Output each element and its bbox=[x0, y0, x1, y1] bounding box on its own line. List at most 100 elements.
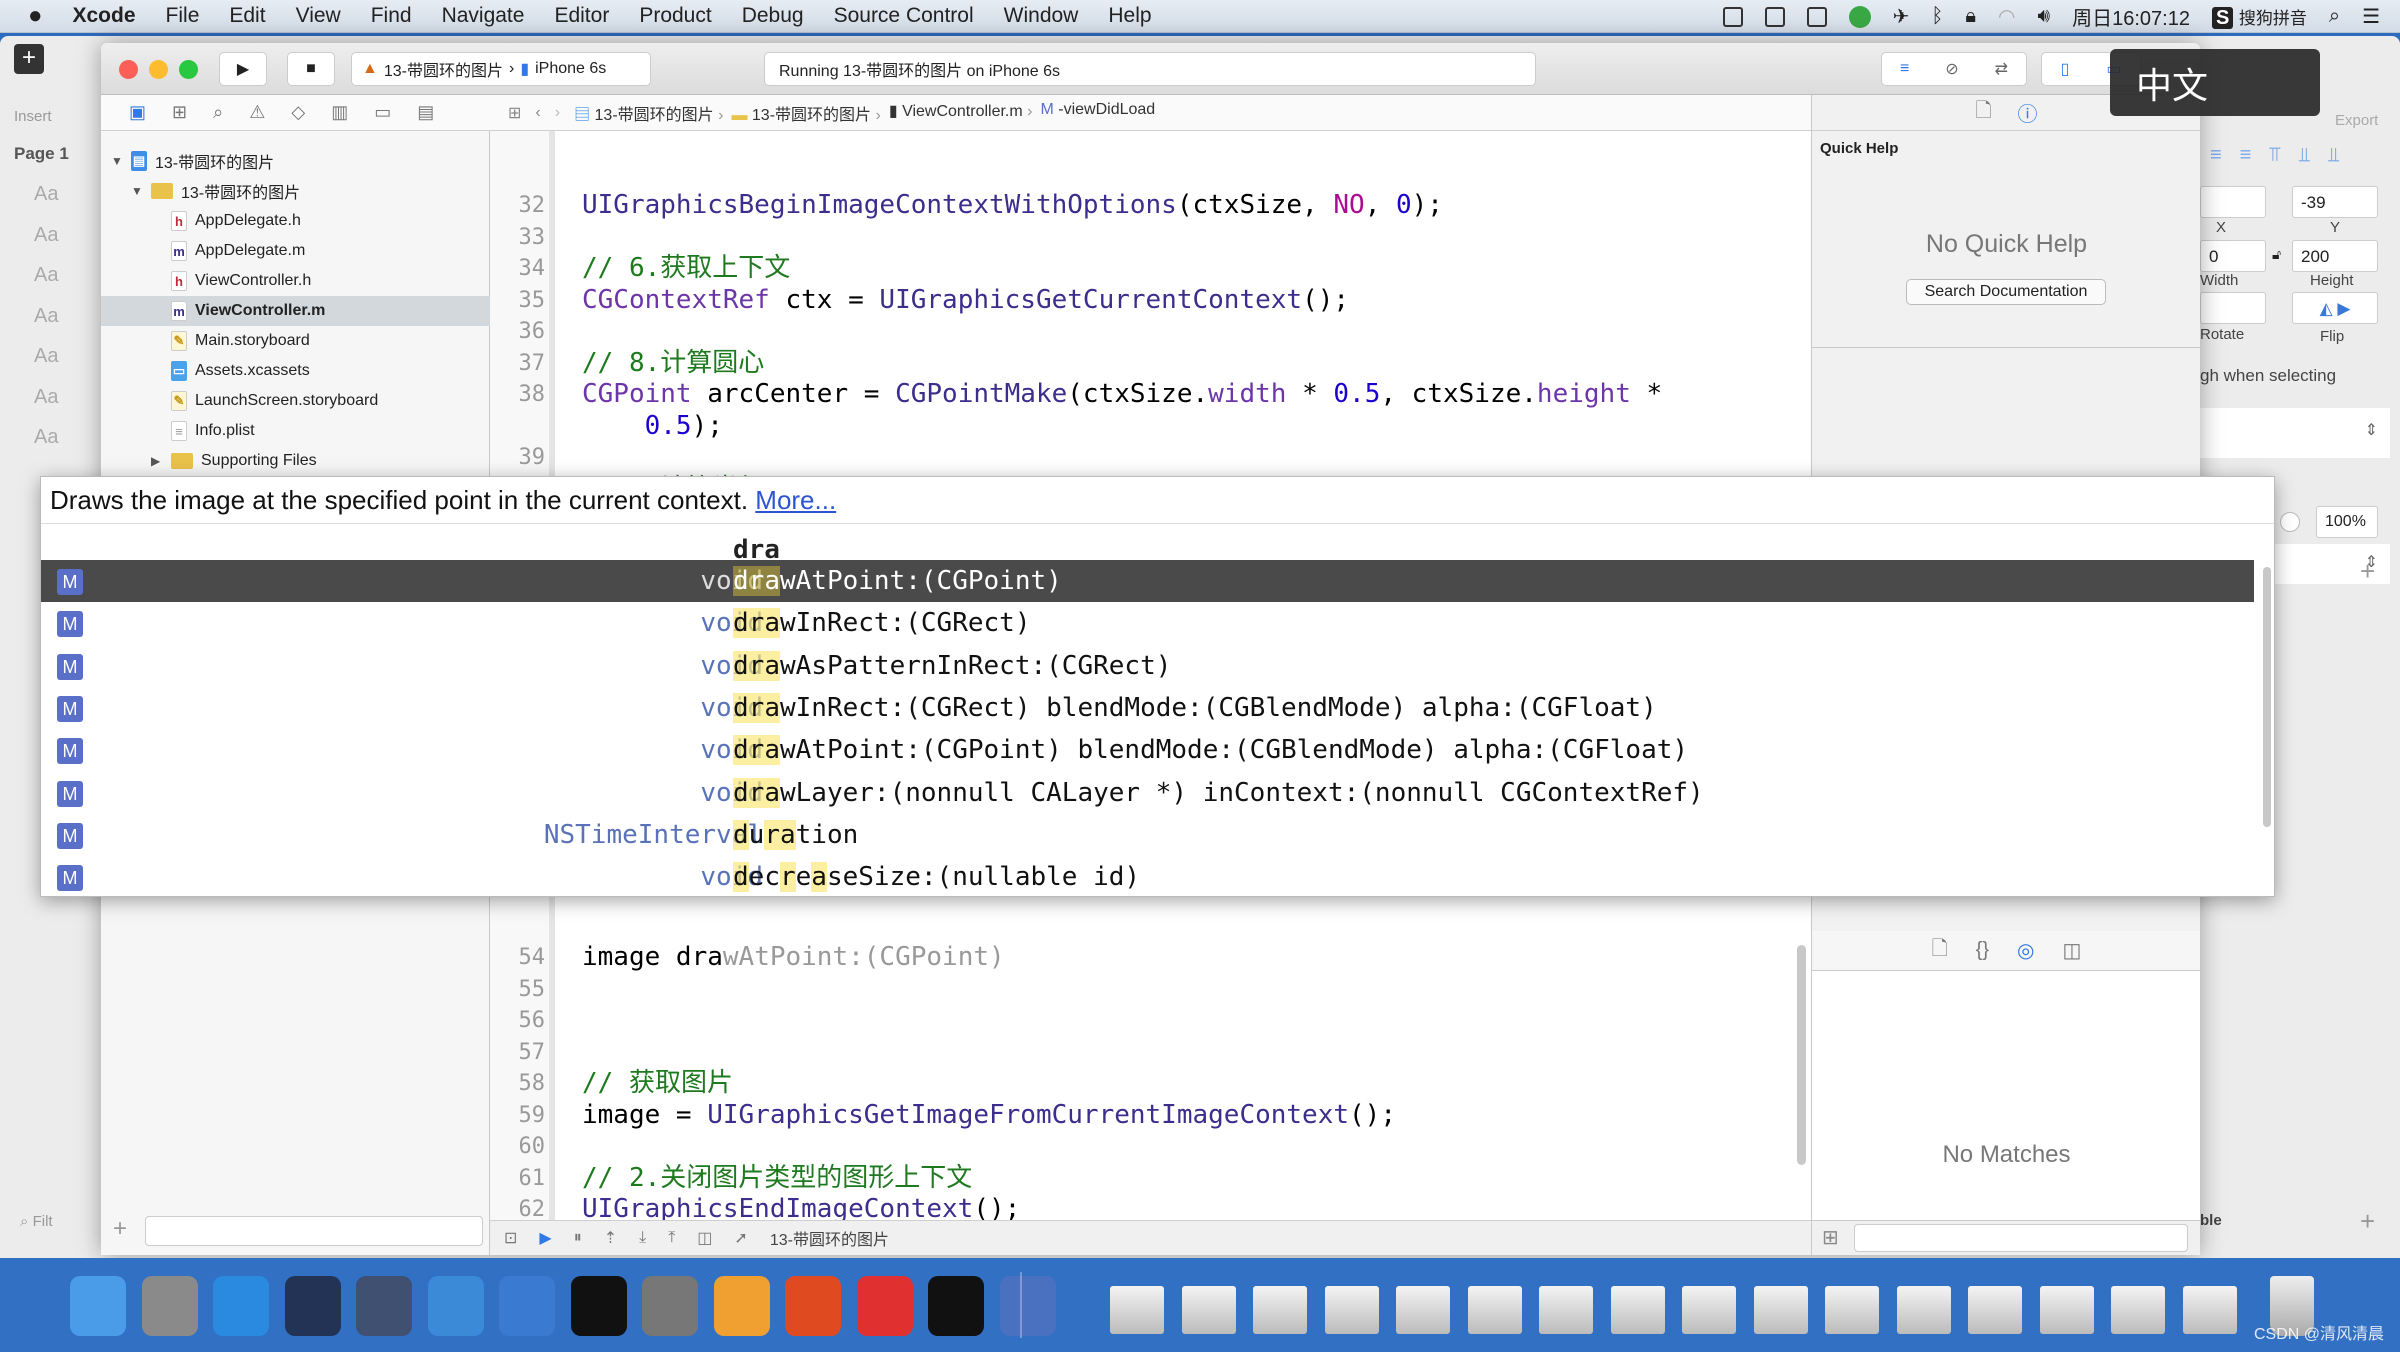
dock-minimized-window[interactable] bbox=[1324, 1286, 1379, 1334]
page-item[interactable]: Page 1 bbox=[14, 144, 69, 164]
navigator-item[interactable]: m ViewController.m bbox=[101, 296, 490, 326]
navigator-item[interactable]: ▼ 13-带圆环的图片 bbox=[101, 176, 490, 206]
jump-bar-item[interactable]: ▮ ViewController.m › bbox=[889, 101, 1033, 125]
dock-app-terminal[interactable] bbox=[570, 1276, 627, 1336]
folder-icon[interactable]: ▣ bbox=[129, 102, 146, 123]
text-style-item[interactable]: Aa bbox=[34, 345, 58, 368]
play-circle-icon[interactable] bbox=[1848, 5, 1871, 28]
code-line[interactable]: 59 image = UIGraphicsGetImageFromCurrentI… bbox=[490, 1100, 1790, 1132]
code-snippet-icon[interactable]: {} bbox=[1976, 939, 1989, 962]
code-line[interactable]: 35 CGContextRef ctx = UIGraphicsGetCurren… bbox=[490, 285, 1790, 317]
completion-item[interactable]: Mvoid drawInRect:(CGRect) blendMode:(CGBl… bbox=[41, 687, 2254, 729]
flip-buttons[interactable]: ◭ ▶ bbox=[2292, 292, 2378, 324]
menu-navigate[interactable]: Navigate bbox=[442, 4, 525, 28]
navigator-item[interactable]: h ViewController.h bbox=[101, 266, 490, 296]
search-icon[interactable]: ⌕ bbox=[213, 102, 223, 123]
dock-app-safari[interactable] bbox=[213, 1276, 269, 1336]
zoom-button[interactable] bbox=[179, 60, 198, 79]
related-items-icon[interactable]: ⊞ bbox=[508, 103, 521, 123]
media-library-icon[interactable]: ◫ bbox=[2063, 938, 2082, 963]
opacity-slider[interactable] bbox=[2280, 512, 2300, 532]
completion-item[interactable]: Mvoid drawAtPoint:(CGPoint) blendMode:(CG… bbox=[41, 729, 2254, 771]
screens-icon[interactable] bbox=[1764, 6, 1785, 27]
assistant-editor-icon[interactable]: ⊘ bbox=[1945, 59, 1958, 79]
dock-minimized-window[interactable] bbox=[2182, 1286, 2237, 1334]
add-icon[interactable]: + bbox=[2360, 556, 2375, 587]
warning-icon[interactable]: ⚠ bbox=[249, 102, 265, 123]
code-line[interactable]: 55 bbox=[490, 974, 1790, 1006]
style-select[interactable]: ⇕ bbox=[2200, 408, 2390, 458]
step-out-icon[interactable]: ⤒ bbox=[668, 1229, 675, 1247]
completion-item[interactable]: Mvoid drawLayer:(nonnull CALayer *) inCon… bbox=[41, 772, 2254, 814]
disclosure-triangle-icon[interactable]: ▼ bbox=[131, 184, 147, 198]
rotate-field[interactable] bbox=[2200, 292, 2266, 324]
code-line[interactable]: 57 bbox=[490, 1037, 1790, 1069]
menu-source-control[interactable]: Source Control bbox=[834, 4, 974, 28]
dock-minimized-window[interactable] bbox=[1396, 1286, 1450, 1334]
code-line[interactable]: 56 bbox=[490, 1005, 1790, 1037]
report-icon[interactable]: ▤ bbox=[417, 102, 434, 123]
navigator-filter-input[interactable] bbox=[145, 1216, 483, 1246]
power-icon[interactable] bbox=[1722, 6, 1743, 27]
view-debug-icon[interactable]: ◫ bbox=[697, 1228, 712, 1248]
dock-app-launchpad[interactable] bbox=[141, 1276, 198, 1336]
navigator-item[interactable]: ▶ Supporting Files bbox=[101, 446, 490, 476]
test-icon[interactable]: ◇ bbox=[291, 102, 305, 123]
hide-debug-icon[interactable]: ⊡ bbox=[504, 1228, 517, 1248]
grid-view-icon[interactable]: ⊞ bbox=[1822, 1225, 1839, 1250]
menu-app[interactable]: Xcode bbox=[73, 4, 136, 28]
debug-icon[interactable]: ▥ bbox=[331, 102, 348, 123]
editor-scrollbar[interactable] bbox=[1797, 945, 1806, 1165]
code-line[interactable]: 34 // 6.获取上下文 bbox=[490, 253, 1790, 285]
breakpoint-icon[interactable]: ▭ bbox=[374, 102, 391, 123]
minimize-button[interactable] bbox=[149, 60, 168, 79]
code-line[interactable]: 61 // 2.关闭图片类型的图形上下文 bbox=[490, 1163, 1790, 1195]
spotlight-icon[interactable]: ⌕ bbox=[2329, 5, 2340, 28]
lock-ratio-icon[interactable]: 🔓︎ bbox=[2272, 246, 2281, 263]
dock-app-mouse[interactable] bbox=[284, 1276, 341, 1336]
step-over-icon[interactable]: ⇡ bbox=[604, 1228, 617, 1248]
airplane-icon[interactable]: ✈ bbox=[1893, 4, 1910, 29]
completion-item[interactable]: Mvoid drawInRect:(CGRect) bbox=[41, 602, 2254, 644]
completion-item[interactable]: Mvoid decreaseSize:(nullable id) bbox=[41, 856, 2254, 898]
jump-bar-item[interactable]: ▬ 13-带圆环的图片 › bbox=[731, 101, 880, 125]
navigator-toggle-icon[interactable]: ▯ bbox=[2061, 59, 2070, 79]
step-in-icon[interactable]: ⤓ bbox=[639, 1229, 646, 1247]
version-editor-icon[interactable]: ⇄ bbox=[1995, 59, 2008, 79]
navigator-item[interactable]: ✎ LaunchScreen.storyboard bbox=[101, 386, 490, 416]
height-field[interactable]: 200 bbox=[2292, 240, 2378, 272]
text-style-item[interactable]: Aa bbox=[34, 386, 58, 409]
menu-product[interactable]: Product bbox=[639, 4, 711, 28]
completion-item[interactable]: Mvoid drawAsPatternInRect:(CGRect) bbox=[41, 645, 2254, 687]
code-line[interactable]: 32 UIGraphicsBeginImageContextWithOptions… bbox=[490, 190, 1790, 222]
completion-scrollbar[interactable] bbox=[2263, 567, 2271, 827]
menu-edit[interactable]: Edit bbox=[229, 4, 265, 28]
library-filter-input[interactable] bbox=[1854, 1224, 2188, 1252]
close-button[interactable] bbox=[119, 60, 138, 79]
x-field[interactable] bbox=[2200, 186, 2266, 218]
breakpoints-toggle-icon[interactable]: ▶ bbox=[539, 1228, 551, 1248]
back-icon[interactable]: ‹ bbox=[535, 104, 540, 122]
wifi-icon[interactable]: ◠ bbox=[1998, 4, 2015, 29]
dock-app-powerpoint[interactable] bbox=[785, 1276, 841, 1336]
apple-menu-icon[interactable]: ● bbox=[28, 2, 43, 30]
code-line[interactable]: 39 bbox=[490, 442, 1790, 474]
object-library-icon[interactable]: ◎ bbox=[2017, 938, 2034, 963]
dock-minimized-window[interactable] bbox=[1253, 1286, 1307, 1334]
search-documentation-button[interactable]: Search Documentation bbox=[1906, 279, 2106, 305]
dock-app-sogou[interactable] bbox=[856, 1276, 913, 1336]
dock-app-simulator[interactable] bbox=[499, 1276, 555, 1336]
disclosure-triangle-icon[interactable]: ▶ bbox=[151, 454, 167, 468]
scheme-selector[interactable]: ▲ 13-带圆环的图片 › ▮ iPhone 6s bbox=[351, 52, 651, 86]
navigator-item[interactable]: ▭ Assets.xcassets bbox=[101, 356, 490, 386]
file-inspector-icon[interactable]: 🗋︎ bbox=[1975, 96, 1991, 130]
align-toolbar[interactable]: ≡≡⫪⫫⫫ bbox=[2210, 144, 2357, 167]
forward-icon[interactable]: › bbox=[555, 104, 560, 122]
jump-bar-item[interactable]: ▤ 13-带圆环的图片 › bbox=[574, 101, 723, 125]
dock-app-finder[interactable] bbox=[70, 1276, 126, 1336]
dock-minimized-window[interactable] bbox=[2111, 1286, 2165, 1334]
dock-minimized-window[interactable] bbox=[2039, 1286, 2094, 1334]
camera-icon[interactable] bbox=[1806, 6, 1827, 27]
run-button[interactable]: ▶ bbox=[219, 52, 267, 86]
code-line[interactable]: 54 image drawAtPoint:(CGPoint) bbox=[490, 942, 1790, 974]
